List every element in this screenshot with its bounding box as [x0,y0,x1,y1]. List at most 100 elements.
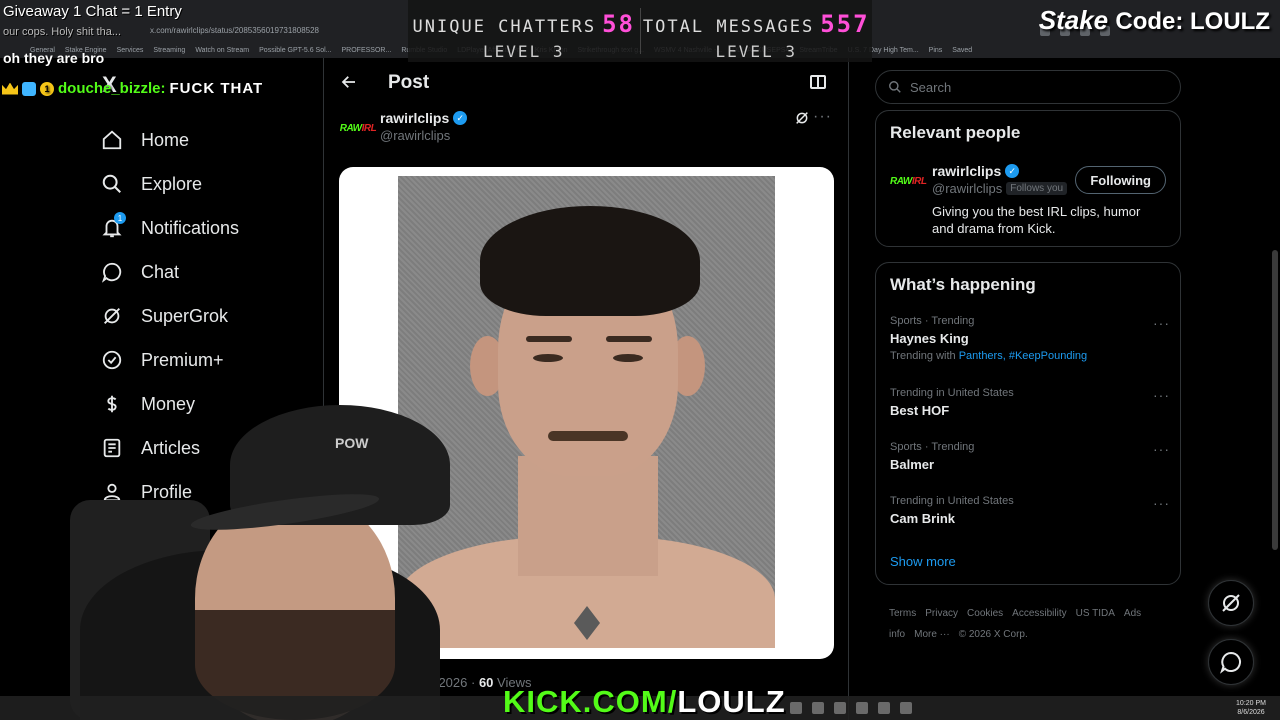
nav-label: Notifications [141,217,240,238]
trend-meta: Sports · Trending [890,441,975,453]
chat-overlay-faded: our cops. Holy shit tha... [3,26,121,38]
reader-mode-icon[interactable] [810,75,826,89]
page-scrollbar[interactable] [1272,250,1278,550]
trend-name: Haynes King [890,331,969,346]
kick-url-banner: KICK.COM/LOULZ [503,684,786,719]
bookmark-item[interactable]: Services [117,47,144,54]
search-box[interactable] [875,70,1181,104]
chat-stats-overlay: UNIQUE CHATTERS 58 LEVEL 3 TOTAL MESSAGES… [408,0,872,62]
grok-icon[interactable] [794,110,810,131]
taskbar-clock[interactable]: 10:20 PM 8/6/2026 [1236,699,1266,717]
rawirl-logo: RAWIRL [339,122,377,134]
trend-links[interactable]: Panthers, #KeepPounding [959,350,1087,362]
more-options-icon[interactable]: ··· [1153,315,1170,331]
nav-item-home[interactable]: Home [100,118,239,162]
chat-username: douche_bizzle: [58,80,166,97]
grok-icon [100,304,124,328]
chat-overlay-line: oh they are bro [3,50,105,66]
more-options-icon[interactable]: ··· [813,108,832,126]
trend-meta: Sports · Trending [890,315,975,327]
relevant-handle[interactable]: @rawirlclips [932,181,1002,196]
footer-link[interactable]: Cookies [967,608,1003,619]
bookmark-item[interactable]: PROFESSOR... [342,47,392,54]
footer-link[interactable]: More ··· [914,629,950,640]
verified-badge-icon: ✓ [1005,164,1020,178]
rawirl-logo: RAWIRL [890,175,927,187]
relevant-name[interactable]: rawirlclips ✓ [932,163,1067,179]
more-options-icon[interactable]: ··· [1153,387,1170,403]
bookmark-item[interactable]: Possible GPT-5.6 Sol... [259,47,331,54]
search-icon [889,81,901,93]
trend-item[interactable]: Sports · Trending Haynes King Trending w… [890,315,1170,362]
bookmark-item[interactable]: Pins [929,47,943,54]
back-arrow-icon[interactable] [340,73,358,96]
author-handle[interactable]: @rawirlclips [380,128,467,143]
search-icon [100,172,124,196]
stake-code-overlay: Stake Code: LOULZ [1038,5,1270,35]
follows-you-badge: Follows you [1006,182,1068,195]
taskbar-app-icon[interactable] [834,702,846,714]
post-author[interactable]: RAWIRL rawirlclips ✓ @rawirlclips [339,110,468,146]
trend-meta: Trending in United States [890,495,1014,507]
premium-check-icon [100,348,124,372]
taskbar-app-icon[interactable] [878,702,890,714]
nav-item-supergrok[interactable]: SuperGrok [100,294,239,338]
panel-title: What’s happening [890,275,1036,294]
page-title: Post [388,72,430,93]
nav-label: SuperGrok [141,305,229,326]
trend-item[interactable]: Trending in United States Cam Brink ··· [890,495,1170,526]
giveaway-overlay: Giveaway 1 Chat = 1 Entry [3,3,182,20]
grok-fab-button[interactable] [1208,580,1254,626]
nav-item-premium[interactable]: Premium+ [100,338,239,382]
post-header: Post [324,58,848,108]
more-options-icon[interactable]: ··· [1153,495,1170,511]
trend-name: Balmer [890,457,935,472]
following-button[interactable]: Following [1075,166,1166,194]
author-name[interactable]: rawirlclips ✓ [380,110,468,126]
footer-link[interactable]: Terms [889,608,916,619]
taskbar-app-icon[interactable] [790,702,802,714]
nav-label: Chat [141,261,180,282]
trend-name: Best HOF [890,403,950,418]
notification-badge: 1 [114,212,126,224]
bookmark-item[interactable]: Watch on Stream [195,47,249,54]
chat-fab-button[interactable] [1208,639,1254,685]
taskbar-app-icon[interactable] [812,702,824,714]
unique-chatters-stat: UNIQUE CHATTERS 58 LEVEL 3 [412,10,635,61]
footer-links: Terms Privacy Cookies Accessibility US TIDA A… [889,603,1169,645]
avatar[interactable]: RAWIRL [339,110,377,146]
taskbar-app-icon[interactable] [856,702,868,714]
trend-with: Trending with Panthers, #KeepPounding [890,350,1088,362]
crown-icon [2,82,18,95]
gift-badge-icon: 1 [40,81,54,96]
nav-label: Explore [141,173,203,194]
chat-bubble-icon [100,260,124,284]
nav-item-explore[interactable]: Explore [100,162,239,206]
bookmark-item[interactable]: Saved [952,47,972,54]
more-options-icon[interactable]: ··· [1153,441,1170,457]
taskbar-icons [790,702,912,714]
show-more-link[interactable]: Show more [890,554,956,569]
footer-link[interactable]: Privacy [925,608,958,619]
taskbar-app-icon[interactable] [900,702,912,714]
trend-item[interactable]: Sports · Trending Balmer ··· [890,441,1170,472]
chat-message: FUCK THAT [169,80,264,97]
grok-icon [1222,594,1240,612]
streamer-webcam: POW [0,400,460,720]
total-messages-stat: TOTAL MESSAGES 557 LEVEL 3 [642,10,870,61]
trend-item[interactable]: Trending in United States Best HOF ··· [890,387,1170,418]
nav-item-chat[interactable]: Chat [100,250,239,294]
relevant-person[interactable]: RAWIRL rawirlclips ✓ @rawirlclips Follow… [890,163,1068,199]
footer-link[interactable]: Accessibility [1012,608,1066,619]
nav-item-notifications[interactable]: 1 Notifications [100,206,239,250]
avatar[interactable]: RAWIRL [890,163,927,199]
footer-link[interactable]: US TIDA [1076,608,1115,619]
panel-title: Relevant people [890,123,1021,142]
footer-link[interactable]: © 2026 X Corp. [959,629,1028,640]
search-input[interactable] [910,79,1150,95]
cap-logo: POW [335,435,369,451]
nav-label: Home [141,129,190,150]
bookmark-item[interactable]: Streaming [153,47,185,54]
nav-label: Premium+ [141,349,224,370]
bell-icon: 1 [100,212,126,240]
